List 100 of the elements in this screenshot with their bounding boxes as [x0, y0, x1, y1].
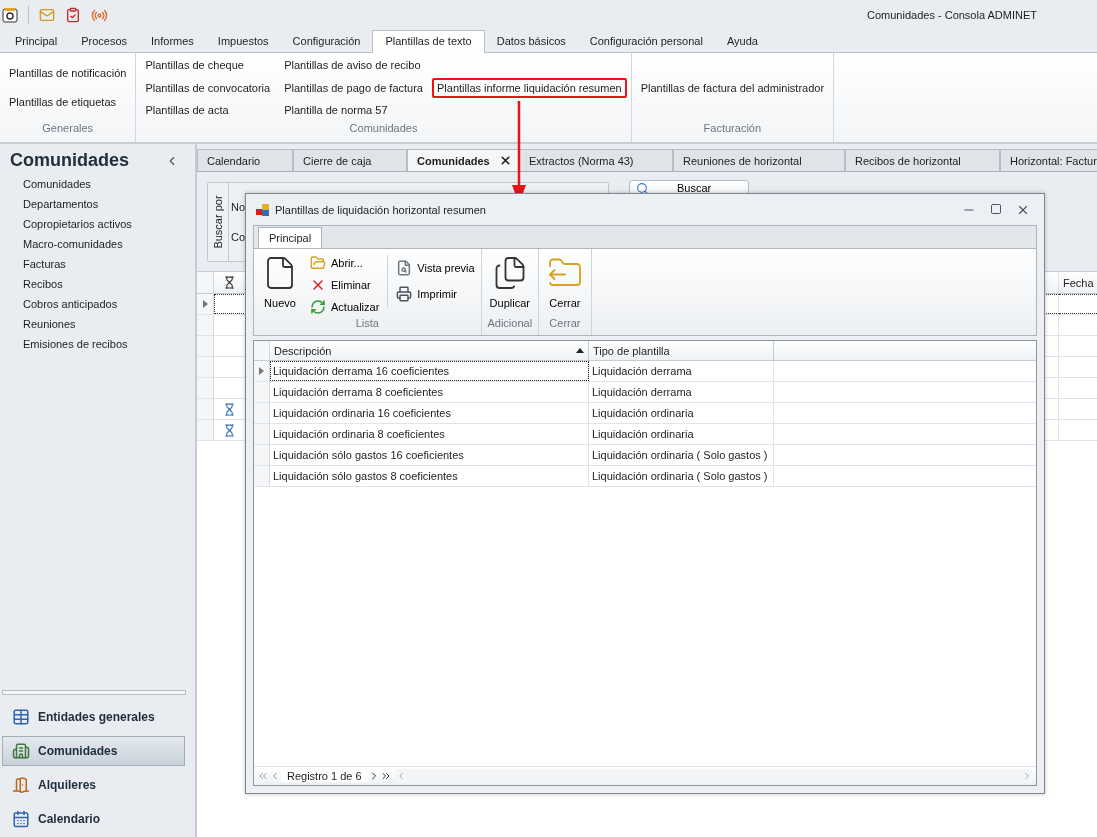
table-cell: Liquidación sólo gastos 8 coeficientes [270, 466, 589, 486]
ribbon-item[interactable]: Plantillas de convocatoria [140, 77, 276, 98]
ribbon-tab[interactable]: Configuración [280, 31, 373, 52]
row-pointer-icon [202, 300, 208, 308]
sidebar-item[interactable]: Departamentos [0, 195, 195, 215]
record-counter: Registro 1 de 6 [281, 770, 368, 782]
sidebar-item[interactable]: Reuniones [0, 315, 195, 335]
field-label: No [231, 201, 246, 213]
sidebar-item[interactable]: Macro-comunidades [0, 235, 195, 255]
dialog-app-icon [256, 202, 270, 217]
table-cell: Liquidación ordinaria ( Solo gastos ) [589, 466, 774, 486]
door-icon [12, 776, 30, 794]
ribbon-item[interactable]: Plantillas de acta [140, 99, 276, 120]
ribbon-tab[interactable]: Procesos [69, 31, 140, 52]
table-cell: Liquidación derrama [589, 382, 774, 402]
document-tab[interactable]: Extractos (Norma 43) [519, 149, 673, 171]
ribbon-item[interactable]: Plantillas de notificación [4, 62, 132, 83]
table-icon [12, 708, 30, 726]
toolbar-button[interactable]: Actualizar [308, 297, 382, 317]
sidebar-item[interactable]: Emisiones de recibos [0, 335, 195, 355]
table-cell: Liquidación derrama 8 coeficientes [270, 382, 589, 402]
app-logo-icon[interactable] [2, 7, 18, 23]
ribbon-item[interactable]: Plantillas informe liquidación resumen [432, 77, 627, 98]
horizontal-scrollbar[interactable] [395, 769, 1032, 783]
printer-icon [396, 285, 413, 302]
toolbar-button[interactable]: Abrir... [308, 253, 382, 273]
document-tab[interactable]: Calendario [197, 149, 293, 171]
table-cell: Liquidación ordinaria [589, 403, 774, 423]
delete-icon [310, 277, 326, 293]
nav-button[interactable]: Alquileres [2, 770, 185, 800]
group-label: Facturación [702, 122, 763, 136]
group-label: Cerrar [548, 317, 582, 331]
ribbon-item[interactable]: Plantilla de norma 57 [279, 99, 428, 120]
table-cell: Liquidación ordinaria [589, 424, 774, 444]
dialog-tab[interactable]: Principal [258, 227, 323, 248]
ribbon-item[interactable]: Plantillas de cheque [140, 55, 276, 76]
calendar-icon [12, 810, 30, 828]
toolbar-button[interactable]: Nuevo [258, 253, 302, 311]
ribbon-tab[interactable]: Principal [3, 31, 70, 52]
hourglass-icon [223, 423, 236, 437]
ribbon-tab[interactable]: Impuestos [205, 31, 281, 52]
document-tab[interactable]: Horizontal: Factur [1000, 149, 1097, 171]
clipboard-check-icon[interactable] [65, 7, 81, 23]
hourglass-icon [223, 276, 236, 289]
refresh-icon [310, 299, 326, 315]
table-cell: Liquidación ordinaria ( Solo gastos ) [589, 445, 774, 465]
close-icon[interactable] [499, 154, 512, 167]
preview-icon [396, 260, 413, 277]
window-title: Comunidades - Consola ADMINET [867, 9, 1037, 21]
mail-icon[interactable] [39, 7, 55, 23]
building-icon [12, 742, 30, 760]
ribbon-item[interactable]: Plantillas de pago de factura [279, 77, 428, 98]
document-tab[interactable]: Comunidades [407, 149, 519, 171]
document-tab[interactable]: Recibos de horizontal [845, 149, 1000, 171]
ribbon-tab[interactable]: Plantillas de texto [372, 30, 485, 53]
ribbon-item[interactable]: Plantillas de factura del administrador [635, 77, 830, 98]
sidebar-title: Comunidades [10, 150, 129, 171]
table-cell: Liquidación derrama [589, 361, 774, 381]
nav-button[interactable]: Comunidades [2, 736, 185, 766]
column-header[interactable]: Tipo de plantilla [589, 341, 774, 360]
field-label: Co [231, 231, 246, 243]
table-cell: Liquidación ordinaria 8 coeficientes [270, 424, 589, 444]
scroll-right-icon[interactable] [1022, 771, 1032, 781]
last-record-icon[interactable] [379, 770, 392, 782]
first-record-icon[interactable] [257, 770, 269, 782]
toolbar-button[interactable]: Vista previa [394, 258, 477, 279]
search-icon [636, 182, 649, 195]
document-tab[interactable]: Reuniones de horizontal [673, 149, 845, 171]
ribbon-tab[interactable]: Datos básicos [484, 31, 578, 52]
toolbar-button[interactable]: Duplicar [485, 253, 534, 311]
sidebar-item[interactable]: Cobros anticipados [0, 295, 195, 315]
column-header[interactable]: Descripción [270, 341, 589, 360]
ribbon-tab[interactable]: Informes [139, 31, 206, 52]
sort-ascending-icon [576, 348, 584, 353]
nav-button[interactable]: Entidades generales [2, 702, 185, 732]
row-pointer-icon [259, 367, 264, 375]
nav-button[interactable]: Calendario [2, 804, 185, 834]
sidebar-item[interactable]: Facturas [0, 255, 195, 275]
sidebar-item[interactable]: Copropietarios activos [0, 215, 195, 235]
column-header[interactable]: Fecha [1059, 272, 1097, 293]
group-label: Generales [41, 122, 95, 136]
ribbon-tab[interactable]: Ayuda [714, 31, 770, 52]
table-cell: Liquidación sólo gastos 16 coeficientes [270, 445, 589, 465]
maximize-icon[interactable] [990, 202, 1002, 215]
ribbon-item[interactable]: Plantillas de aviso de recibo [279, 55, 428, 76]
toolbar-button[interactable]: Cerrar [542, 253, 587, 311]
group-label: Lista [354, 317, 380, 331]
sidebar-item[interactable]: Comunidades [0, 175, 195, 195]
sidebar-item[interactable]: Recibos [0, 275, 195, 295]
dialog-title: Plantillas de liquidación horizontal resumen [275, 203, 486, 216]
table-cell: Liquidación derrama 16 coeficientes [270, 361, 589, 381]
group-label: Comunidades [348, 122, 419, 136]
toolbar-button[interactable]: Eliminar [308, 275, 382, 295]
ribbon-item[interactable]: Plantillas de etiquetas [4, 92, 132, 113]
table-cell: Liquidación ordinaria 16 coeficientes [270, 403, 589, 423]
toolbar-button[interactable]: Imprimir [394, 283, 477, 304]
group-label: Adicional [486, 317, 534, 331]
ribbon-tab[interactable]: Configuración personal [577, 31, 715, 52]
folder-icon [310, 255, 326, 271]
document-tab[interactable]: Cierre de caja [293, 149, 407, 171]
